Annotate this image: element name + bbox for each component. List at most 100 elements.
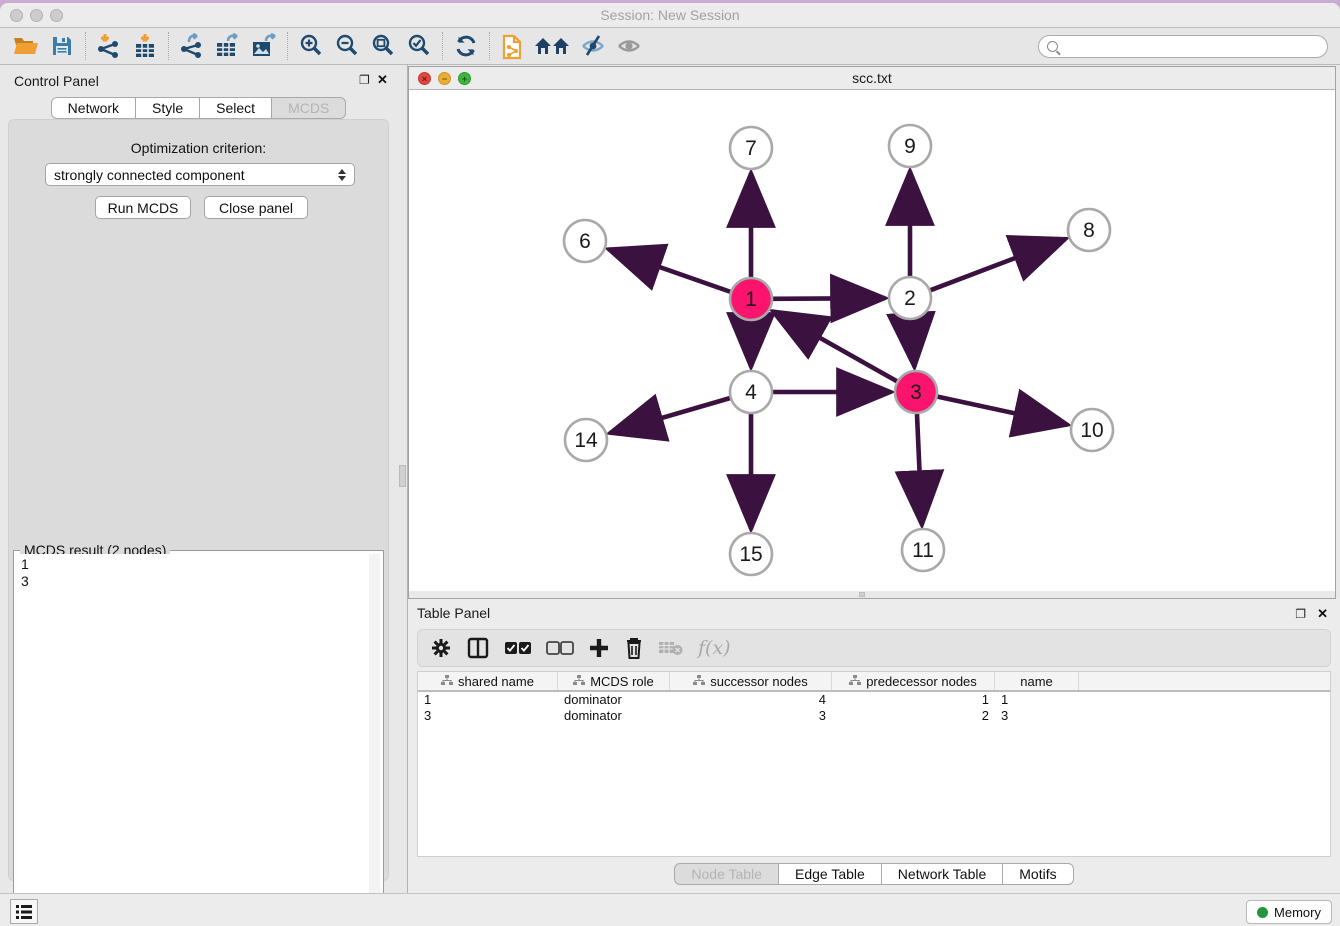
select-all-rows-icon[interactable]	[504, 634, 532, 662]
graph-node-label-4: 4	[745, 381, 757, 404]
table-row[interactable]: 3dominator323	[418, 708, 1330, 724]
main-toolbar	[0, 28, 1340, 65]
table-cell[interactable]: dominator	[558, 708, 670, 724]
delete-table-icon	[658, 634, 684, 662]
graph-edge-1-2[interactable]	[773, 298, 885, 299]
graph-edge-2-3[interactable]	[911, 320, 914, 367]
toolbar-separator	[85, 32, 86, 60]
tab-node-table[interactable]: Node Table	[674, 863, 779, 885]
first-neighbors-icon[interactable]	[531, 31, 575, 61]
graph-node-label-11: 11	[912, 539, 934, 562]
mcds-result-text[interactable]: 1 3	[17, 554, 369, 924]
graph-edge-3-11[interactable]	[917, 414, 922, 525]
tab-network[interactable]: Network	[51, 97, 136, 119]
search-field[interactable]	[1038, 35, 1328, 58]
table-cell[interactable]: 1	[995, 692, 1079, 708]
table-row[interactable]: 1dominator411	[418, 692, 1330, 708]
tab-select[interactable]: Select	[200, 97, 272, 119]
export-image-icon[interactable]	[246, 31, 282, 61]
control-panel-header: Control Panel ❐ ✕	[0, 65, 397, 95]
graph-node-label-8: 8	[1083, 219, 1095, 242]
open-session-icon[interactable]	[8, 31, 44, 61]
column-header-MCDS-role[interactable]: MCDS role	[558, 672, 670, 690]
window-title: Session: New Session	[0, 7, 1340, 23]
tab-mcds[interactable]: MCDS	[272, 97, 346, 119]
import-table-icon[interactable]	[127, 31, 163, 61]
memory-button[interactable]: Memory	[1246, 900, 1332, 924]
network-canvas[interactable]: 1234678910111415	[409, 90, 1335, 592]
zoom-in-icon[interactable]	[293, 31, 329, 61]
app-window: Session: New Session	[0, 3, 1340, 926]
float-table-panel-icon[interactable]: ❐	[1295, 607, 1306, 621]
export-table-icon[interactable]	[210, 31, 246, 61]
zoom-out-icon[interactable]	[329, 31, 365, 61]
graph-node-label-15: 15	[739, 543, 762, 566]
float-panel-icon[interactable]: ❐	[359, 73, 370, 87]
network-frame-bottom	[409, 591, 1335, 598]
column-header-shared-name[interactable]: shared name	[418, 672, 558, 690]
mcds-panel: Optimization criterion: strongly connect…	[8, 119, 389, 881]
zoom-selected-icon[interactable]	[401, 31, 437, 61]
sort-tree-icon[interactable]	[573, 674, 585, 689]
graph-node-label-6: 6	[579, 230, 591, 253]
zoom-fit-icon[interactable]	[365, 31, 401, 61]
splitter-grip[interactable]	[399, 465, 406, 487]
table-cell[interactable]: 4	[670, 692, 832, 708]
close-panel-icon[interactable]: ✕	[377, 72, 388, 88]
table-cell[interactable]: 3	[995, 708, 1079, 724]
deselect-all-rows-icon[interactable]	[546, 634, 574, 662]
column-header-name[interactable]: name	[995, 672, 1079, 690]
search-input[interactable]	[1063, 38, 1327, 56]
table-cell[interactable]: dominator	[558, 692, 670, 708]
frame-resize-grip[interactable]	[859, 592, 865, 597]
sort-tree-icon[interactable]	[441, 674, 453, 689]
tab-style[interactable]: Style	[136, 97, 200, 119]
column-header-label: successor nodes	[710, 674, 808, 689]
task-history-button[interactable]	[10, 899, 38, 924]
search-icon	[1047, 41, 1058, 52]
table-cell[interactable]: 1	[832, 692, 995, 708]
save-session-icon[interactable]	[44, 31, 80, 61]
column-header-predecessor-nodes[interactable]: predecessor nodes	[832, 672, 995, 690]
graph-node-label-7: 7	[745, 137, 757, 160]
graph-edge-1-6[interactable]	[609, 249, 731, 291]
table-settings-gear-icon[interactable]	[430, 634, 452, 662]
optimization-criterion-value: strongly connected component	[54, 167, 245, 183]
graph-node-label-10: 10	[1080, 419, 1103, 442]
graph-edge-2-8[interactable]	[931, 239, 1066, 290]
import-network-icon[interactable]	[91, 31, 127, 61]
apply-layout-icon[interactable]	[448, 31, 484, 61]
graph-edge-3-1[interactable]	[773, 311, 897, 381]
close-table-panel-icon[interactable]: ✕	[1317, 606, 1328, 622]
column-chooser-icon[interactable]	[466, 634, 490, 662]
delete-column-trash-icon[interactable]	[624, 634, 644, 662]
toolbar-separator	[442, 32, 443, 60]
add-column-icon[interactable]	[588, 634, 610, 662]
tab-network-table[interactable]: Network Table	[882, 863, 1003, 885]
run-mcds-button[interactable]: Run MCDS	[95, 196, 191, 219]
optimization-criterion-select[interactable]: strongly connected component	[45, 163, 355, 186]
mcds-result-scrollbar[interactable]	[369, 554, 380, 924]
hide-selected-icon[interactable]	[575, 31, 611, 61]
graph-edge-3-10[interactable]	[938, 397, 1068, 425]
table-cell[interactable]: 1	[418, 692, 558, 708]
node-table[interactable]: shared nameMCDS role successor nodes prede…	[417, 671, 1331, 857]
sort-tree-icon[interactable]	[849, 674, 861, 689]
tab-edge-table[interactable]: Edge Table	[779, 863, 882, 885]
close-panel-button[interactable]: Close panel	[204, 196, 308, 219]
panel-splitter[interactable]	[397, 65, 408, 893]
export-network-icon[interactable]	[174, 31, 210, 61]
table-cell[interactable]: 3	[670, 708, 832, 724]
table-cell[interactable]: 2	[832, 708, 995, 724]
graph-edge-4-14[interactable]	[610, 398, 730, 433]
toolbar-separator	[489, 32, 490, 60]
control-panel-tabs: NetworkStyleSelectMCDS	[0, 97, 397, 119]
sort-tree-icon[interactable]	[693, 674, 705, 689]
column-header-successor-nodes[interactable]: successor nodes	[670, 672, 832, 690]
table-rows: 1dominator4113dominator323	[418, 692, 1330, 724]
tab-motifs[interactable]: Motifs	[1003, 863, 1073, 885]
table-cell[interactable]: 3	[418, 708, 558, 724]
new-network-from-selection-icon[interactable]	[495, 31, 531, 61]
show-all-icon	[611, 31, 647, 61]
table-header-row: shared nameMCDS role successor nodes prede…	[418, 672, 1330, 692]
